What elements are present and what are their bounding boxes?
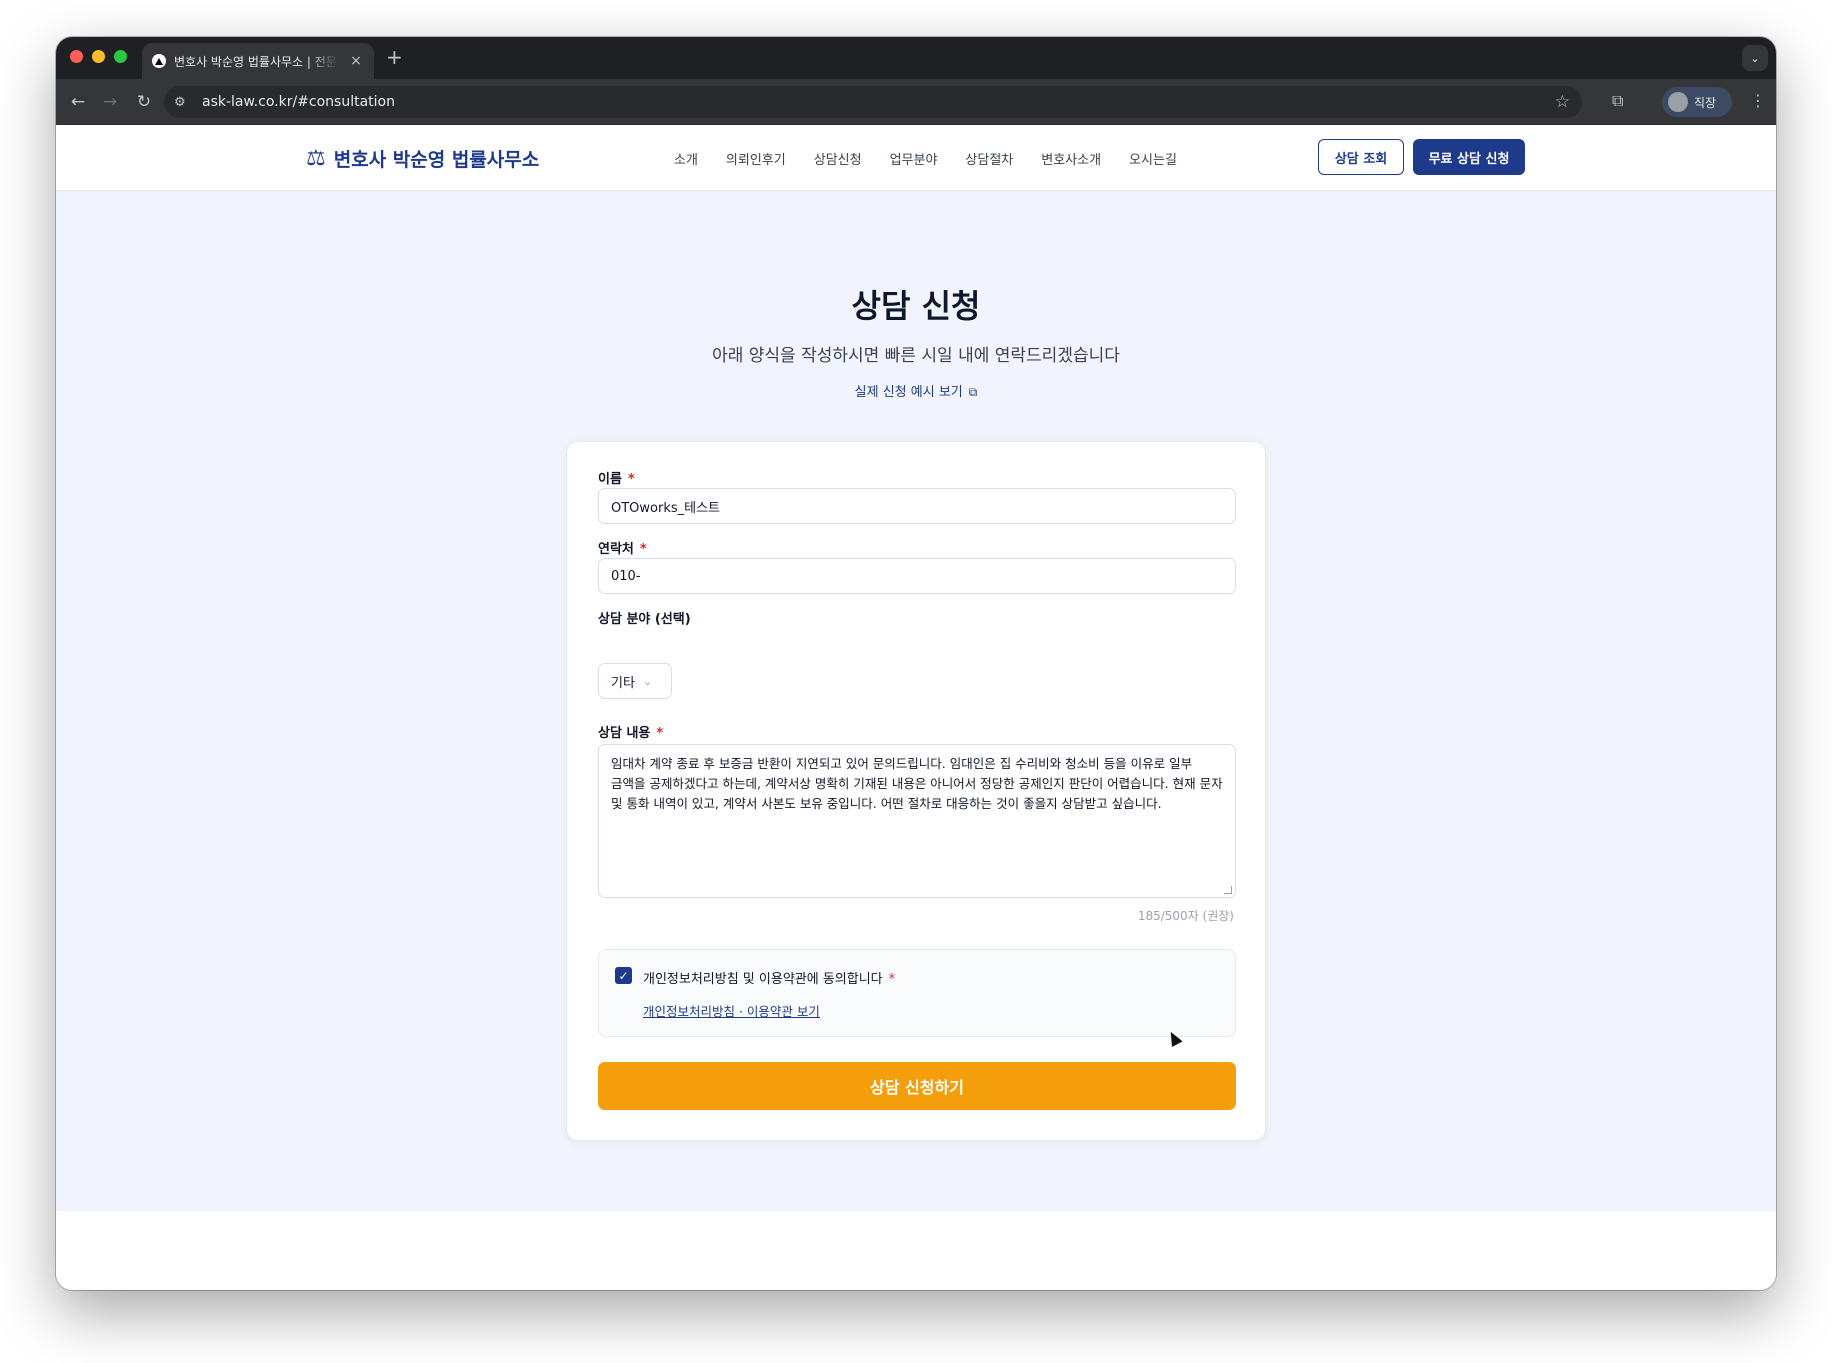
logo-text: 변호사 박순영 법률사무소	[333, 149, 540, 171]
consent-label: 개인정보처리방침 및 이용약관에 동의합니다 *	[643, 968, 895, 987]
forward-arrow-icon[interactable]: →	[98, 90, 122, 114]
browser-window: 변호사 박순영 법률사무소 | 전문 법률 상담 × + ⌄ ← → ↻ ⚙ a…	[56, 37, 1776, 1290]
phone-input[interactable]: 010-	[598, 558, 1236, 594]
minimize-window-button[interactable]	[92, 50, 105, 63]
address-bar[interactable]: ⚙ ask-law.co.kr/#consultation ☆	[164, 86, 1582, 118]
browser-toolbar: ← → ↻ ⚙ ask-law.co.kr/#consultation ☆ ⧉ …	[56, 79, 1776, 125]
tab-title: 변호사 박순영 법률사무소 | 전문 법률 상담	[174, 54, 340, 69]
nav-link-reviews[interactable]: 의뢰인후기	[726, 149, 786, 168]
site-logo[interactable]: ⚖ 변호사 박순영 법률사무소	[306, 145, 539, 172]
tab-bar: 변호사 박순영 법률사무소 | 전문 법률 상담 × + ⌄	[56, 37, 1776, 79]
scales-icon: ⚖	[306, 145, 326, 171]
nav-link-process[interactable]: 상담절차	[965, 149, 1013, 168]
name-label: 이름 *	[598, 468, 635, 487]
bookmark-star-icon[interactable]: ☆	[1555, 92, 1570, 112]
page-viewport: ⚖ 변호사 박순영 법률사무소 소개 의뢰인후기 상담신청 업무분야 상담절차 …	[56, 125, 1776, 1290]
example-link-text[interactable]: 실제 신청 예시 보기	[855, 385, 963, 400]
close-window-button[interactable]	[70, 50, 83, 63]
check-consultation-button[interactable]: 상담 조회	[1318, 139, 1404, 175]
nav-link-lawyer[interactable]: 변호사소개	[1041, 149, 1101, 168]
page-subtitle: 아래 양식을 작성하시면 빠른 시일 내에 연락드리겠습니다	[712, 346, 1120, 366]
extensions-icon[interactable]: ⧉	[1612, 91, 1623, 111]
page-title: 상담 신청	[851, 287, 981, 325]
avatar	[1668, 92, 1688, 112]
external-link-icon: ⧉	[968, 385, 978, 399]
privacy-terms-link[interactable]: 개인정보처리방침 · 이용약관 보기	[643, 1001, 820, 1020]
submit-consultation-button[interactable]: 상담 신청하기	[598, 1062, 1236, 1110]
category-value: 기타	[611, 675, 635, 691]
required-mark: *	[888, 972, 896, 987]
category-label: 상담 분야 (선택)	[598, 612, 691, 627]
maximize-window-button[interactable]	[114, 50, 127, 63]
reload-icon[interactable]: ↻	[132, 90, 156, 114]
profile-button[interactable]: 직장	[1662, 87, 1732, 117]
chevron-down-icon: ⌄	[642, 674, 653, 688]
site-settings-icon[interactable]: ⚙	[174, 95, 196, 110]
consultation-form-card: 이름 * OTOworks_테스트 연락처 * 010- 상담 분야 (선택) 기타…	[566, 441, 1266, 1141]
back-arrow-icon[interactable]: ←	[66, 90, 90, 114]
content-label: 상담 내용 *	[598, 722, 663, 741]
phone-label-text: 연락처	[598, 542, 634, 557]
content-textarea[interactable]: 임대차 계약 종료 후 보증금 반환이 지연되고 있어 문의드립니다. 임대인은…	[598, 744, 1236, 898]
phone-label: 연락처 *	[598, 538, 647, 557]
nav-link-consultation[interactable]: 상담신청	[814, 149, 862, 168]
character-counter: 185/500자 (권장)	[1137, 909, 1234, 923]
consultation-section: 상담 신청 아래 양식을 작성하시면 빠른 시일 내에 연락드리겠습니다 실제 …	[56, 191, 1776, 1211]
consent-label-text: 개인정보처리방침 및 이용약관에 동의합니다	[643, 972, 883, 987]
browser-tab-active[interactable]: 변호사 박순영 법률사무소 | 전문 법률 상담 ×	[142, 43, 374, 79]
url-text[interactable]: ask-law.co.kr/#consultation	[202, 94, 395, 110]
tab-search-button[interactable]: ⌄	[1742, 45, 1768, 71]
tab-close-icon[interactable]: ×	[348, 53, 364, 69]
resize-handle[interactable]	[1224, 886, 1232, 894]
browser-menu-icon[interactable]: ⋮	[1750, 91, 1766, 110]
nav-link-practice-areas[interactable]: 업무분야	[890, 149, 938, 168]
content-label-text: 상담 내용	[598, 726, 651, 741]
name-input[interactable]: OTOworks_테스트	[598, 488, 1236, 524]
main-nav: 소개 의뢰인후기 상담신청 업무분야 상담절차 변호사소개 오시는길	[674, 149, 1177, 168]
consent-box: ✓ 개인정보처리방침 및 이용약관에 동의합니다 * 개인정보처리방침 · 이용약…	[598, 949, 1236, 1037]
new-tab-button[interactable]: +	[386, 45, 403, 69]
site-header: ⚖ 변호사 박순영 법률사무소 소개 의뢰인후기 상담신청 업무분야 상담절차 …	[56, 125, 1776, 191]
required-mark: *	[627, 472, 635, 487]
example-link[interactable]: 실제 신청 예시 보기 ⧉	[56, 381, 1776, 400]
nav-link-directions[interactable]: 오시는길	[1129, 149, 1177, 168]
free-consultation-button[interactable]: 무료 상담 신청	[1413, 139, 1525, 175]
profile-label: 직장	[1694, 95, 1717, 110]
required-mark: *	[639, 542, 647, 557]
category-select[interactable]: 기타 ⌄	[598, 663, 672, 699]
name-label-text: 이름	[598, 472, 622, 487]
nav-link-intro[interactable]: 소개	[674, 149, 698, 168]
consent-checkbox[interactable]: ✓	[615, 967, 632, 984]
favicon-icon	[152, 54, 166, 68]
required-mark: *	[656, 726, 664, 741]
content-text: 임대차 계약 종료 후 보증금 반환이 지연되고 있어 문의드립니다. 임대인은…	[611, 756, 1223, 811]
